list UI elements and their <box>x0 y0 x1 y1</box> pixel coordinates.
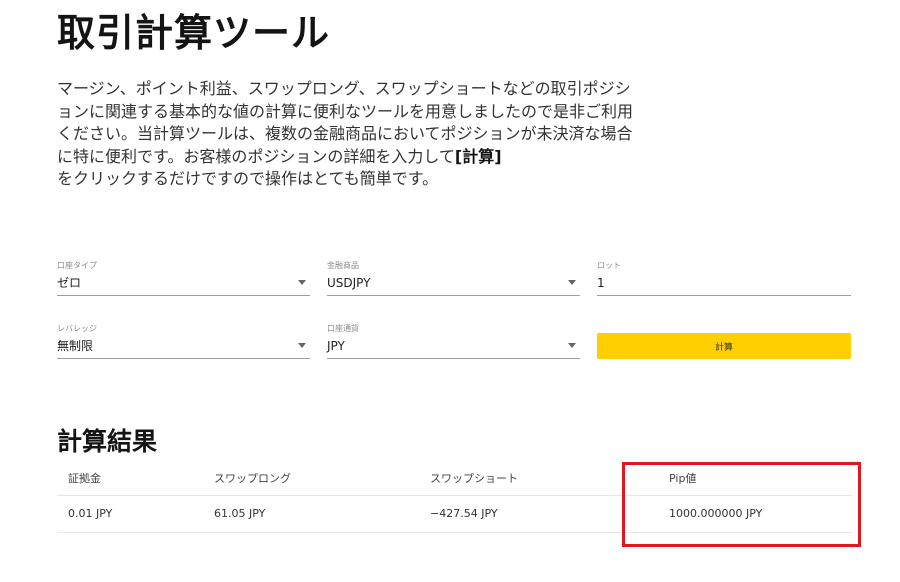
lot-label: ロット <box>597 261 621 270</box>
account-currency-value: JPY <box>327 339 345 353</box>
leverage-select[interactable]: レバレッジ 無制限 <box>57 324 310 359</box>
instrument-select[interactable]: 金融商品 USDJPY <box>327 261 580 296</box>
cell-pip-value: 1000.000000 JPY <box>658 495 852 533</box>
dropdown-caret-icon[interactable] <box>298 280 306 285</box>
intro-main: マージン、ポイント利益、スワップロング、スワップショートなどの取引ポジションに関… <box>57 79 634 166</box>
table-row: 0.01 JPY 61.05 JPY −427.54 JPY 1000.0000… <box>57 495 852 533</box>
results-table: 証拠金 スワップロング スワップショート Pip値 0.01 JPY 61.05… <box>57 461 852 533</box>
account-currency-label: 口座通貨 <box>327 324 359 333</box>
leverage-value: 無制限 <box>57 339 94 353</box>
page-title: 取引計算ツール <box>57 11 331 55</box>
header-swap-short: スワップショート <box>419 461 658 496</box>
calculate-button[interactable]: 計算 <box>597 333 851 359</box>
account-type-select[interactable]: 口座タイプ ゼロ <box>57 261 310 296</box>
results-title: 計算結果 <box>57 427 158 456</box>
intro-text: マージン、ポイント利益、スワップロング、スワップショートなどの取引ポジションに関… <box>57 78 637 191</box>
cell-margin: 0.01 JPY <box>57 495 203 533</box>
account-currency-select[interactable]: 口座通貨 JPY <box>327 324 580 359</box>
intro-tail: をクリックするだけですので操作はとても簡単です。 <box>57 169 439 188</box>
lot-value[interactable]: 1 <box>597 275 605 291</box>
results-header-row: 証拠金 スワップロング スワップショート Pip値 <box>57 461 852 496</box>
cell-swap-long: 61.05 JPY <box>203 495 419 533</box>
instrument-label: 金融商品 <box>327 261 359 270</box>
account-type-value: ゼロ <box>57 276 82 290</box>
header-margin: 証拠金 <box>57 461 203 496</box>
dropdown-caret-icon[interactable] <box>298 343 306 348</box>
account-type-label: 口座タイプ <box>57 261 97 270</box>
leverage-label: レバレッジ <box>57 324 97 333</box>
instrument-value: USDJPY <box>327 276 371 290</box>
dropdown-caret-icon[interactable] <box>568 343 576 348</box>
dropdown-caret-icon[interactable] <box>568 280 576 285</box>
lot-input[interactable]: ロット 1 <box>597 261 851 296</box>
intro-bold: [計算] <box>454 146 502 166</box>
header-swap-long: スワップロング <box>203 461 419 496</box>
header-pip-value: Pip値 <box>658 461 852 496</box>
cell-swap-short: −427.54 JPY <box>419 495 658 533</box>
